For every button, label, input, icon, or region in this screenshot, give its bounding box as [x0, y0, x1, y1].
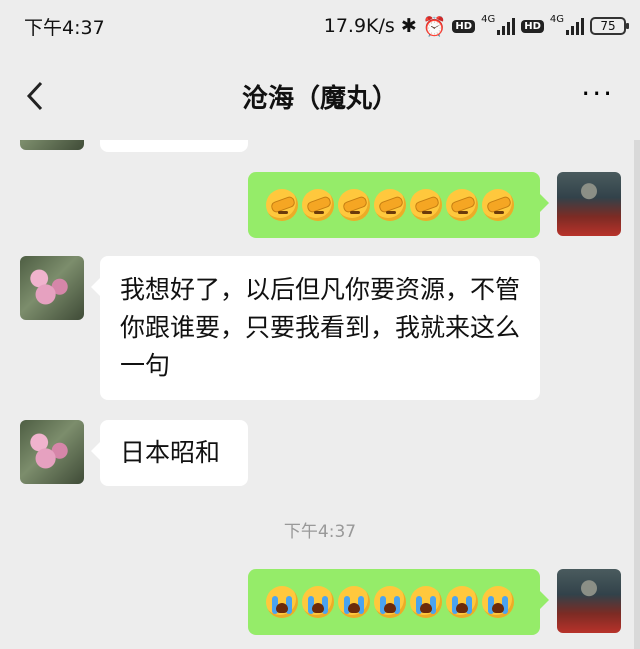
more-button[interactable]: ··· — [581, 80, 614, 108]
crying-emoji-icon — [338, 586, 370, 618]
signal-icon — [497, 17, 516, 35]
signal-icon-2 — [566, 17, 584, 35]
contact-avatar[interactable] — [20, 256, 84, 320]
message-bubble-partial[interactable] — [100, 140, 248, 152]
status-bar: 下午4:37 17.9K/s ✱ ⏰ HD 4G HD 4G 75 — [0, 0, 640, 52]
message-text: 我想好了，以后但凡你要资源，不管你跟谁要，只要我看到，我就来这么一句 — [120, 275, 521, 380]
crying-emoji-icon — [266, 586, 298, 618]
crying-emoji-icon — [446, 586, 478, 618]
status-time: 下午4:37 — [24, 16, 105, 39]
bluetooth-icon: ✱ — [400, 15, 417, 37]
battery-level: 75 — [600, 19, 616, 33]
contact-avatar[interactable] — [20, 140, 84, 150]
message-timestamp: 下午4:37 — [283, 522, 357, 542]
message-bubble-self[interactable] — [248, 569, 549, 635]
contact-avatar[interactable] — [20, 420, 84, 484]
self-avatar[interactable] — [557, 569, 621, 633]
facepalm-emoji-icon — [374, 189, 406, 221]
facepalm-emoji-icon — [338, 189, 370, 221]
back-button[interactable] — [18, 76, 52, 116]
self-avatar[interactable] — [557, 172, 621, 236]
network-type-2: 4G — [549, 13, 564, 25]
hd-icon: HD — [452, 19, 476, 33]
message-bubble-other[interactable]: 日本昭和 — [91, 420, 248, 486]
crying-emoji-icon — [374, 586, 406, 618]
facepalm-emoji-icon — [446, 189, 478, 221]
network-speed: 17.9K/s — [323, 15, 395, 37]
crying-emoji-icon — [302, 586, 334, 618]
nav-bar: 沧海（魔丸） ··· — [0, 52, 640, 140]
facepalm-emoji-icon — [482, 189, 514, 221]
chevron-left-icon — [26, 81, 43, 111]
status-icons: 17.9K/s ✱ ⏰ HD 4G HD 4G 75 — [323, 13, 629, 38]
alarm-icon: ⏰ — [422, 15, 447, 38]
facepalm-emoji-icon — [410, 189, 442, 221]
message-bubble-other[interactable]: 我想好了，以后但凡你要资源，不管你跟谁要，只要我看到，我就来这么一句 — [91, 256, 540, 400]
battery-icon: 75 — [590, 17, 629, 35]
emoji-row — [266, 569, 522, 635]
hd-icon-2: HD — [521, 19, 544, 33]
scrollbar[interactable] — [634, 140, 640, 649]
message-list[interactable]: 我想好了，以后但凡你要资源，不管你跟谁要，只要我看到，我就来这么一句 日本昭和 … — [0, 140, 640, 649]
emoji-row — [266, 172, 522, 238]
crying-emoji-icon — [410, 586, 442, 618]
message-text: 日本昭和 — [120, 438, 221, 467]
facepalm-emoji-icon — [302, 189, 334, 221]
facepalm-emoji-icon — [266, 189, 298, 221]
message-bubble-self[interactable] — [248, 172, 549, 238]
chat-title: 沧海（魔丸） — [241, 83, 398, 114]
crying-emoji-icon — [482, 586, 514, 618]
network-type-1: 4G — [481, 13, 496, 25]
